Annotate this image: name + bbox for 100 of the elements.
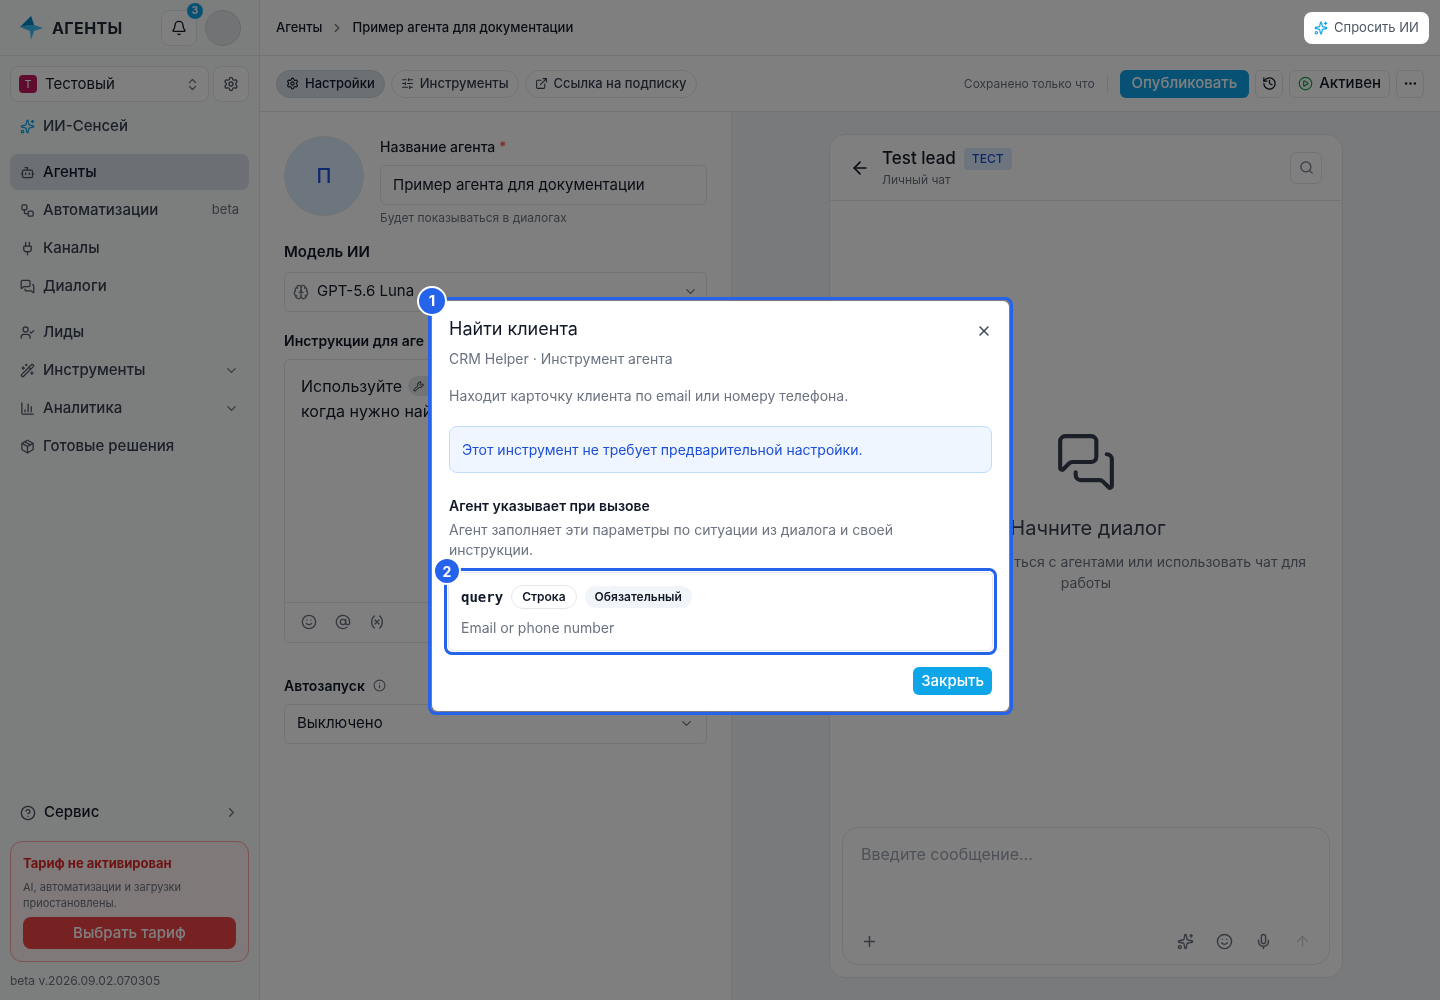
automations-icon <box>20 202 35 218</box>
instructions-text: Используйте <box>301 374 402 398</box>
notification-count: 3 <box>187 2 203 19</box>
wrench-icon <box>413 380 425 392</box>
nav-label: Лиды <box>43 320 86 343</box>
annotation-badge: 2 <box>433 557 461 585</box>
nav-label: Автоматизации <box>43 198 160 221</box>
choose-plan-button[interactable]: Выбрать тариф <box>23 917 236 949</box>
solutions-icon <box>20 438 35 454</box>
nav-item[interactable]: Готовые решения <box>10 428 249 464</box>
toolbar-tab[interactable]: Инструменты <box>390 69 519 98</box>
field-label: Инструкции для аге <box>284 330 424 351</box>
param-description: Email or phone number <box>461 618 616 638</box>
nav-label: Готовые решения <box>43 434 176 457</box>
leads-icon <box>20 324 35 340</box>
nav-label: Каналы <box>43 236 101 259</box>
param-name: query <box>461 587 504 607</box>
chat-bubbles-icon <box>1055 431 1117 493</box>
tools-icon <box>400 77 414 90</box>
agents-icon <box>20 164 35 180</box>
chat-subtitle: Личный чат <box>882 171 952 190</box>
bell-icon <box>171 19 187 36</box>
settings-icon <box>286 77 299 90</box>
empty-text: ться с агентами или использовать чат для <box>1014 552 1307 572</box>
tool-description: Находит карточку клиента по email или номеру телефона. <box>449 386 850 406</box>
nav-item[interactable]: ИИ-Сенсей <box>10 108 249 144</box>
dialogs-icon <box>20 278 35 294</box>
empty-text: работы <box>1060 573 1112 593</box>
field-hint: Будет показываться в диалогах <box>380 209 568 227</box>
save-status: Сохранено только что <box>963 74 1108 93</box>
required-mark: * <box>499 137 507 157</box>
agent-name-field[interactable]: Пример агента для документации <box>380 165 707 205</box>
nav-item[interactable]: Лиды <box>10 314 249 350</box>
more-button[interactable] <box>1396 69 1424 98</box>
mention-icon[interactable] <box>335 614 351 630</box>
chat-title: Test lead <box>882 146 956 170</box>
field-label: Название агента <box>380 137 496 157</box>
dialog-subtitle: CRM Helper · Инструмент агента <box>449 349 674 369</box>
plan-title: Тариф не активирован <box>23 853 173 873</box>
analytics-icon <box>20 400 35 416</box>
emoji-icon[interactable] <box>301 614 317 630</box>
ai-icon <box>20 118 35 134</box>
nav-item[interactable]: Аналитика <box>10 390 249 426</box>
history-button[interactable] <box>1255 69 1284 98</box>
link-icon <box>534 77 548 90</box>
version-text: beta v.2026.09.02.070305 <box>10 972 162 990</box>
brain-icon <box>293 283 309 300</box>
nav-item[interactable]: Диалоги <box>10 268 249 304</box>
agent-avatar[interactable]: П <box>284 136 364 216</box>
status-button[interactable]: Активен <box>1289 69 1390 98</box>
close-button[interactable]: Закрыть <box>913 667 992 695</box>
nav-label: ИИ-Сенсей <box>43 114 129 137</box>
help-icon <box>20 804 36 821</box>
nav-label: Агенты <box>43 160 98 183</box>
info-icon <box>372 678 386 692</box>
ask-ai-button[interactable]: Спросить ИИ <box>1304 12 1429 44</box>
tools-icon <box>20 362 35 378</box>
breadcrumb-current: Пример агента для документации <box>352 17 574 37</box>
nav-item[interactable]: Инструменты <box>10 352 249 388</box>
plus-icon[interactable] <box>861 933 878 950</box>
dialog-title: Найти клиента <box>449 317 579 341</box>
app-logo-text: АГЕНТЫ <box>52 16 123 40</box>
search-button[interactable] <box>1290 151 1322 184</box>
search-icon <box>1298 160 1314 175</box>
test-tag: ТЕСТ <box>963 147 1012 170</box>
field-label: Модель ИИ <box>284 241 371 263</box>
plan-text: AI, автоматизации и загрузки приостановлены. <box>23 879 183 911</box>
nav-label: Аналитика <box>43 396 124 419</box>
annotation-badge: 1 <box>417 286 447 316</box>
channels-icon <box>20 240 35 256</box>
sparkles-icon[interactable] <box>1177 933 1194 950</box>
params-title: Агент указывает при вызове <box>449 496 651 516</box>
settings-icon <box>223 76 239 92</box>
history-icon <box>1261 76 1277 91</box>
nav-item[interactable]: Каналы <box>10 230 249 266</box>
play-icon <box>1298 76 1314 91</box>
nav-label: Сервис <box>44 801 101 824</box>
breadcrumb-link[interactable]: Агенты <box>276 17 323 38</box>
workspace-initial: Т <box>19 75 37 93</box>
nav-label: Инструменты <box>43 358 147 381</box>
emoji-icon[interactable] <box>1216 933 1233 950</box>
logo-icon <box>18 14 44 41</box>
mic-icon[interactable] <box>1255 933 1272 950</box>
nav-item[interactable]: Агенты <box>10 154 249 190</box>
info-banner: Этот инструмент не требует предварительной настройки. <box>449 426 992 473</box>
variable-icon[interactable] <box>369 614 385 630</box>
field-label: Автозапуск <box>284 675 365 696</box>
nav-item[interactable]: Автоматизации beta <box>10 192 249 228</box>
required-badge: Обязательный <box>584 586 692 608</box>
settings-button[interactable] <box>213 66 249 102</box>
nav-label: Диалоги <box>43 274 108 297</box>
params-text: Агент заполняет эти параметры по ситуации из диалога и своей инструкции. <box>449 520 895 560</box>
workspace-selector[interactable]: Т Тестовый <box>10 66 209 102</box>
beta-label: beta <box>211 200 239 220</box>
toolbar-tab[interactable]: Настройки <box>276 69 385 98</box>
service-item[interactable]: Сервис <box>10 794 249 831</box>
empty-title: Начните диалог <box>1009 515 1166 542</box>
toolbar-tab[interactable]: Ссылка на подписку <box>524 69 697 98</box>
publish-button[interactable]: Опубликовать <box>1119 69 1250 98</box>
sparkles-icon <box>1314 21 1328 35</box>
